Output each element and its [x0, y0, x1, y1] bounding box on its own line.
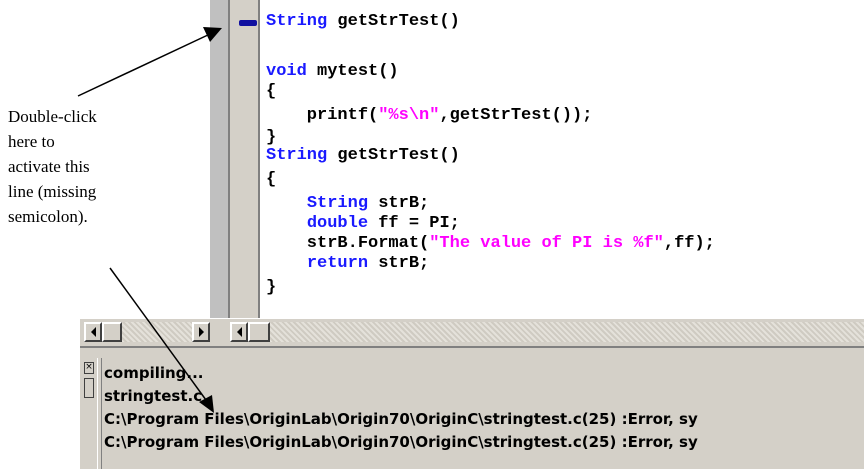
restore-button[interactable] — [84, 378, 94, 398]
output-log[interactable]: compiling... stringtest.c C:\Program Fil… — [104, 362, 864, 454]
editor-gutter[interactable] — [230, 0, 260, 318]
left-pane-scroll-thumb[interactable] — [102, 322, 122, 342]
arrow-to-gutter — [77, 33, 211, 97]
output-grip — [97, 358, 102, 469]
code-line-9: double ff = PI; — [306, 214, 460, 233]
output-line-error[interactable]: C:\Program Files\OriginLab\Origin70\Orig… — [104, 431, 864, 454]
code-line-7: { — [266, 170, 277, 189]
editor-scroll-track[interactable] — [270, 322, 864, 342]
output-line: stringtest.c — [104, 387, 203, 405]
code-line-6: String getStrTest() — [266, 146, 460, 165]
annotation-line: Double-click — [8, 107, 97, 126]
annotation-line: here to — [8, 132, 55, 151]
code-line-12: } — [266, 278, 277, 297]
left-pane-scroll-track[interactable] — [122, 322, 192, 342]
output-line-error[interactable]: C:\Program Files\OriginLab\Origin70\Orig… — [104, 408, 864, 431]
editor-scroll-thumb[interactable] — [248, 322, 270, 342]
code-line-3: { — [266, 82, 277, 101]
code-line-11: return strB; — [306, 254, 430, 273]
annotation-callout: Double-click here to activate this line … — [8, 104, 158, 229]
left-pane-scroll-right-button[interactable] — [192, 322, 210, 342]
arrow-left-icon — [90, 327, 96, 337]
code-line-2: void mytest() — [266, 62, 399, 81]
output-line: compiling... — [104, 364, 204, 382]
code-line-4: printf("%s\n",getStrTest()); — [266, 106, 593, 125]
editor-scroll-left-button[interactable] — [230, 322, 248, 342]
annotation-line: semicolon). — [8, 207, 88, 226]
annotation-line: line (missing — [8, 182, 97, 201]
code-line-1: String getStrTest() — [266, 12, 460, 31]
splitter-bar[interactable] — [208, 0, 230, 318]
left-pane-scroll-left-button[interactable] — [84, 322, 102, 342]
arrow-left-icon — [236, 327, 242, 337]
code-editor[interactable]: String getStrTest() void mytest() { prin… — [262, 0, 864, 318]
code-line-10: strB.Format("The value of PI is %f",ff); — [266, 234, 715, 253]
code-line-8: String strB; — [306, 194, 430, 213]
code-line-5: } — [266, 128, 277, 147]
arrow-right-icon — [198, 327, 204, 337]
annotation-line: activate this — [8, 157, 90, 176]
close-icon[interactable]: × — [84, 362, 94, 374]
current-line-marker-icon — [239, 20, 257, 26]
